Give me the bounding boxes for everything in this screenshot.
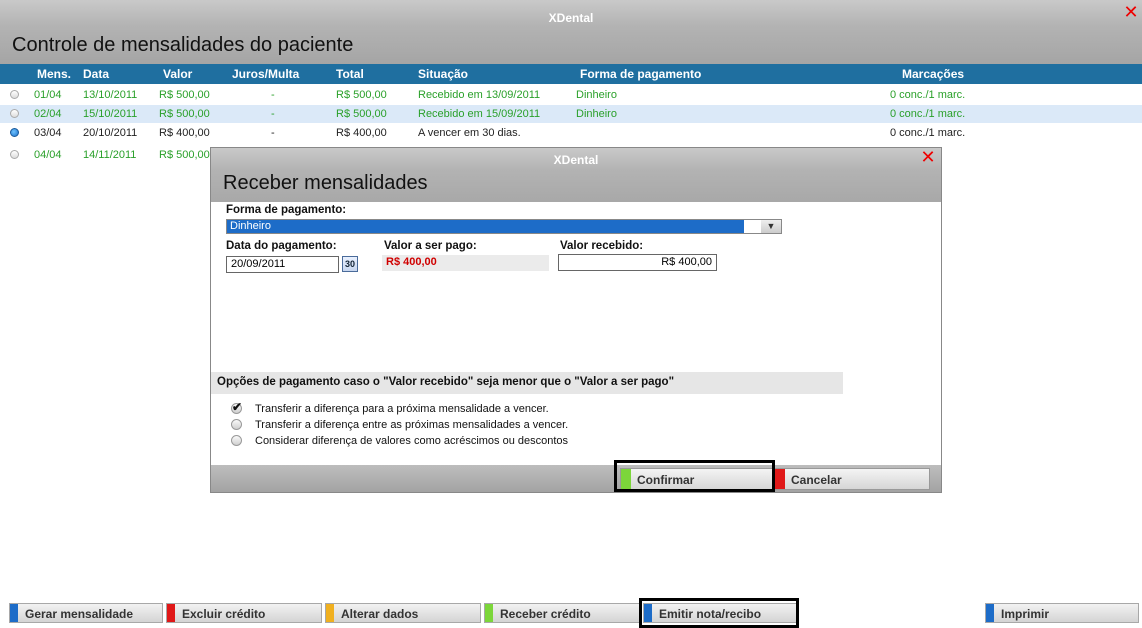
table-header: Mens. Data Valor Juros/Multa Total Situa…: [0, 64, 1142, 84]
button-color-stripe: [326, 604, 334, 622]
confirm-button[interactable]: Confirmar: [620, 468, 776, 490]
cell-valor: R$ 500,00: [159, 149, 210, 161]
column-header-marcacoes[interactable]: Marcações: [902, 67, 964, 81]
receive-payment-dialog: XDental ✕ Receber mensalidades Forma de …: [210, 147, 942, 493]
cell-marcacoes: 0 conc./1 marc.: [890, 89, 966, 101]
delete-credit-button[interactable]: Excluir crédito: [166, 603, 322, 623]
cell-total: R$ 400,00: [336, 127, 387, 139]
calendar-icon[interactable]: 30: [342, 256, 358, 272]
cell-mens: 03/04: [34, 127, 62, 139]
cell-juros: -: [271, 89, 275, 101]
cell-mens: 01/04: [34, 89, 62, 101]
edit-data-button[interactable]: Alterar dados: [325, 603, 481, 623]
payment-method-label: Forma de pagamento:: [226, 204, 347, 216]
cell-mens: 04/04: [34, 149, 62, 161]
main-app-title: XDental: [548, 11, 594, 25]
receive-credit-button[interactable]: Receber crédito: [484, 603, 640, 623]
issue-receipt-button[interactable]: Emitir nota/recibo: [643, 603, 799, 623]
close-icon[interactable]: ✕: [920, 148, 936, 166]
column-header-forma-pagamento[interactable]: Forma de pagamento: [580, 67, 701, 81]
cell-total: R$ 500,00: [336, 89, 387, 101]
cancel-button[interactable]: Cancelar: [774, 468, 930, 490]
cell-juros: -: [271, 127, 275, 139]
cell-mens: 02/04: [34, 108, 62, 120]
chevron-down-icon[interactable]: ▼: [761, 220, 781, 233]
button-label: Excluir crédito: [182, 607, 266, 621]
column-header-mens[interactable]: Mens.: [37, 67, 71, 81]
cell-marcacoes: 0 conc./1 marc.: [890, 108, 966, 120]
radio-option[interactable]: [231, 419, 242, 430]
row-radio[interactable]: [10, 150, 19, 159]
button-color-stripe: [167, 604, 175, 622]
cell-valor: R$ 500,00: [159, 108, 210, 120]
option-label: Considerar diferença de valores como acr…: [255, 435, 569, 447]
button-label: Emitir nota/recibo: [659, 607, 762, 621]
options-title: Opções de pagamento caso o "Valor recebi…: [217, 376, 675, 388]
column-header-juros-multa[interactable]: Juros/Multa: [232, 67, 299, 81]
cell-data: 15/10/2011: [83, 108, 138, 120]
amount-due-box: R$ 400,00: [382, 255, 549, 271]
option-label: Transferir a diferença entre as próximas…: [255, 419, 569, 431]
row-radio-selected[interactable]: [10, 128, 19, 137]
table-row[interactable]: 01/04 13/10/2011 R$ 500,00 - R$ 500,00 R…: [0, 86, 1142, 104]
column-header-data[interactable]: Data: [83, 67, 109, 81]
button-color-stripe: [775, 469, 785, 489]
amount-due-value: R$ 400,00: [386, 256, 437, 268]
print-button[interactable]: Imprimir: [985, 603, 1139, 623]
column-header-total[interactable]: Total: [336, 67, 364, 81]
button-color-stripe: [644, 604, 652, 622]
amount-due-label: Valor a ser pago:: [384, 240, 477, 252]
cell-data: 14/11/2011: [83, 149, 137, 161]
cell-total: R$ 500,00: [336, 108, 387, 120]
table-row[interactable]: 02/04 15/10/2011 R$ 500,00 - R$ 500,00 R…: [0, 105, 1142, 123]
cell-marcacoes: 0 conc./1 marc.: [890, 127, 966, 139]
cell-data: 13/10/2011: [83, 89, 138, 101]
payment-date-field[interactable]: 20/09/2011: [226, 256, 339, 273]
table-row[interactable]: 03/04 20/10/2011 R$ 400,00 - R$ 400,00 A…: [0, 124, 1142, 142]
button-color-stripe: [621, 469, 631, 489]
cell-situacao: Recebido em 13/09/2011: [418, 89, 541, 101]
button-color-stripe: [986, 604, 994, 622]
button-label: Gerar mensalidade: [25, 607, 134, 621]
button-label: Imprimir: [1001, 607, 1050, 621]
cell-valor: R$ 400,00: [159, 127, 210, 139]
cancel-button-label: Cancelar: [791, 473, 842, 487]
button-color-stripe: [10, 604, 18, 622]
cell-juros: -: [271, 108, 275, 120]
radio-option[interactable]: [231, 435, 242, 446]
checkmark-icon: ✔: [232, 400, 243, 414]
payment-date-label: Data do pagamento:: [226, 240, 337, 252]
payment-method-select[interactable]: Dinheiro ▼: [226, 219, 782, 234]
page-title: Controle de mensalidades do paciente: [12, 34, 354, 56]
amount-received-label: Valor recebido:: [560, 240, 644, 252]
column-header-valor[interactable]: Valor: [163, 67, 192, 81]
button-color-stripe: [485, 604, 493, 622]
confirm-button-label: Confirmar: [637, 473, 695, 487]
cell-forma: Dinheiro: [576, 89, 617, 101]
row-radio[interactable]: [10, 90, 19, 99]
cell-data: 20/10/2011: [83, 127, 138, 139]
dialog-app-title: XDental: [553, 153, 599, 167]
options-header: Opções de pagamento caso o "Valor recebi…: [211, 372, 843, 394]
payment-method-value: Dinheiro: [227, 220, 744, 233]
button-label: Receber crédito: [500, 607, 591, 621]
cell-situacao: A vencer em 30 dias.: [418, 127, 521, 139]
column-header-situacao[interactable]: Situação: [418, 67, 468, 81]
button-label: Alterar dados: [341, 607, 419, 621]
close-icon[interactable]: ✕: [1123, 3, 1139, 21]
cell-valor: R$ 500,00: [159, 89, 210, 101]
option-label: Transferir a diferença para a próxima me…: [255, 403, 549, 415]
cell-forma: Dinheiro: [576, 108, 617, 120]
generate-installment-button[interactable]: Gerar mensalidade: [9, 603, 163, 623]
row-radio[interactable]: [10, 109, 19, 118]
dialog-title: Receber mensalidades: [223, 172, 428, 194]
amount-received-field[interactable]: R$ 400,00: [558, 254, 717, 271]
cell-situacao: Recebido em 15/09/2011: [418, 108, 541, 120]
